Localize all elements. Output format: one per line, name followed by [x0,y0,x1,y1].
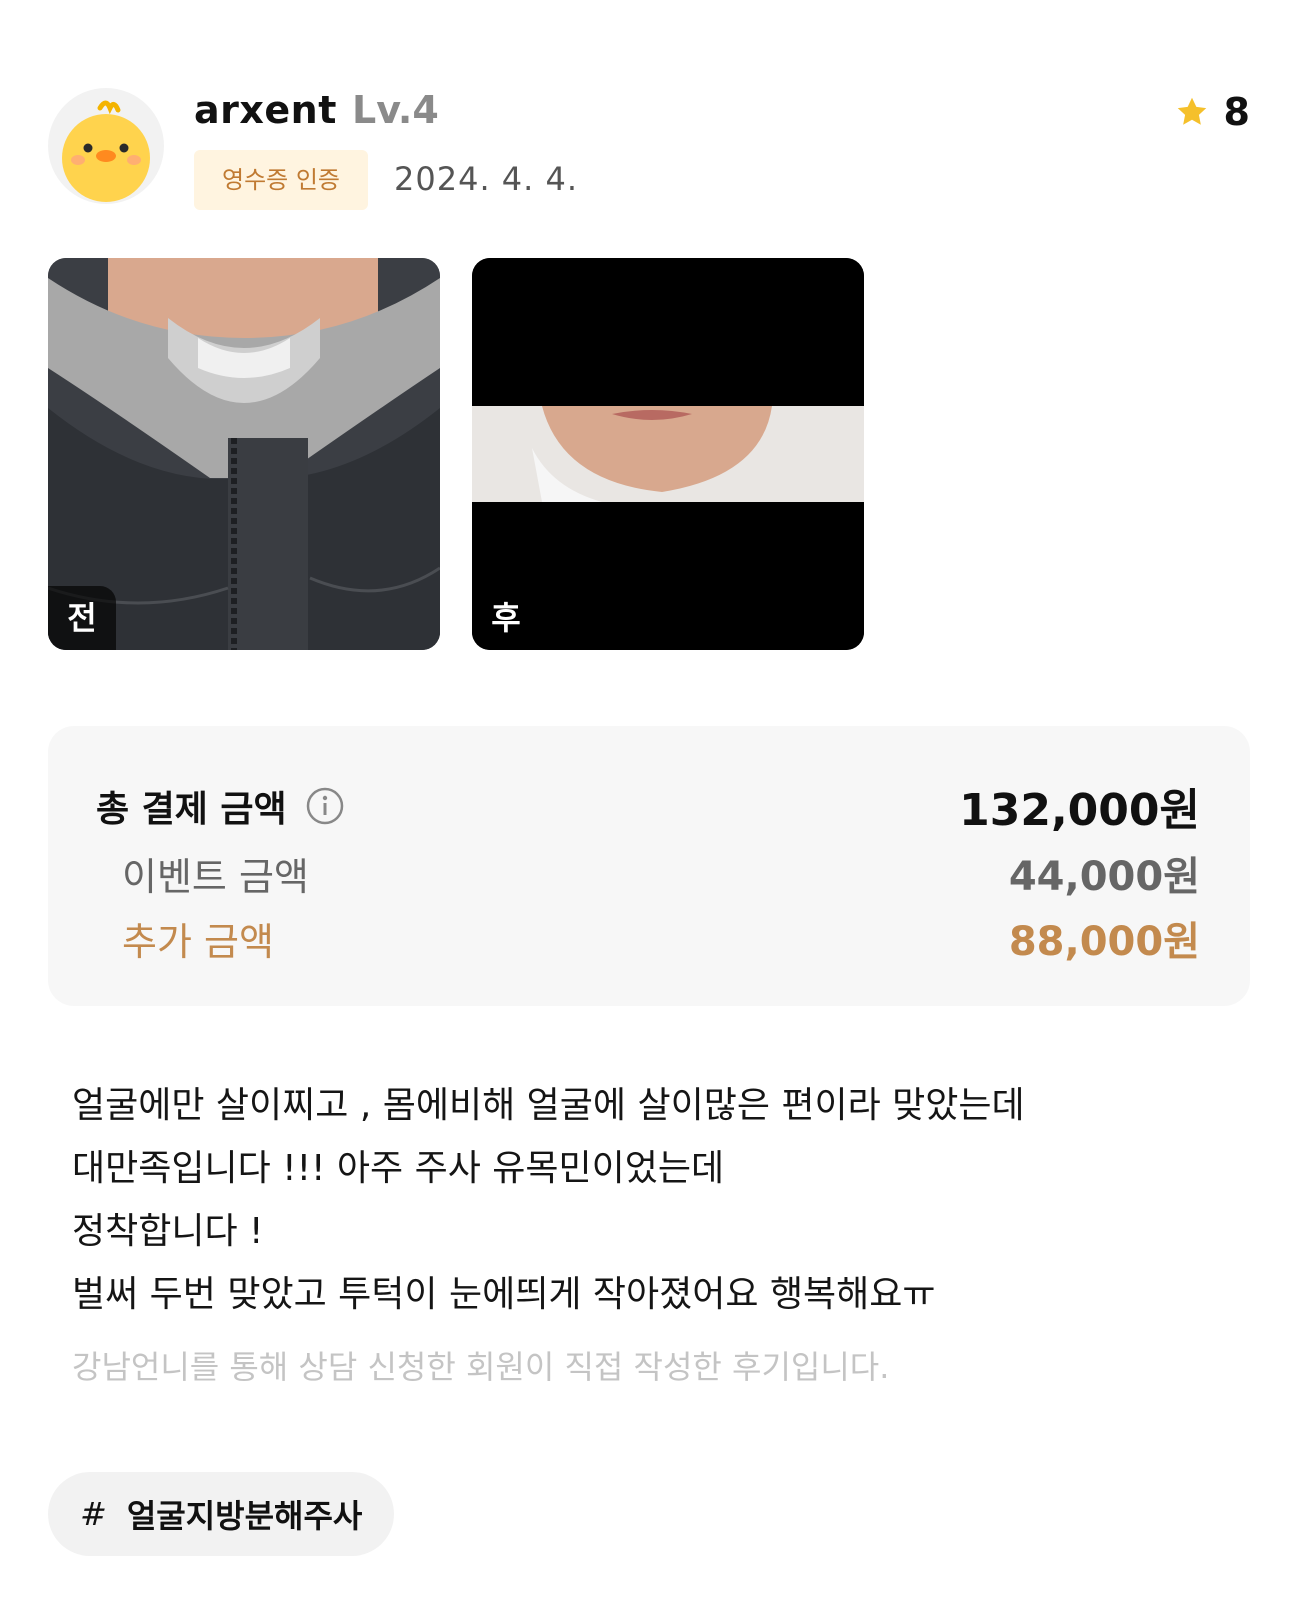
receipt-verified-badge: 영수증 인증 [194,150,368,210]
after-label: 후 [491,599,521,637]
event-price-label: 이벤트 금액 [122,854,309,899]
review-date: 2024. 4. 4. [394,160,579,198]
before-photo[interactable]: 전 [48,258,440,650]
review-disclaimer: 강남언니를 통해 상담 신청한 회원이 직접 작성한 후기입니다. [72,1348,890,1386]
review-line: 벌써 두번 맞았고 투턱이 눈에띄게 작아졌어요 행복해요ㅠ [72,1274,936,1315]
before-label: 전 [48,586,116,650]
event-price-row: 이벤트 금액 44,000원 [96,844,1200,902]
total-payment-value: 132,000원 [959,785,1200,836]
username[interactable]: arxent [194,88,337,132]
total-payment-row: 총 결제 금액 132,000원 [96,774,1200,838]
total-payment-label-text: 총 결제 금액 [96,789,287,830]
hashtag-chip[interactable]: # 얼굴지방분해주사 [48,1472,395,1556]
after-photo[interactable]: 후 [472,258,864,650]
extra-price-label: 추가 금액 [122,919,274,964]
review-line: 얼굴에만 살이찌고 , 몸에비해 얼굴에 살이많은 편이라 맞았는데 [72,1085,1025,1126]
review-line: 대만족입니다 !!! 아주 주사 유목민이었는데 [72,1148,725,1189]
star-icon [1177,97,1206,125]
user-level: Lv.4 [352,88,439,132]
extra-price-row: 추가 금액 88,000원 [96,909,1200,967]
hash-icon: # [80,1495,107,1533]
info-icon[interactable] [305,786,345,826]
hashtag-label: 얼굴지방분해주사 [126,1497,363,1535]
review-line: 정착합니다 ! [72,1211,264,1252]
avatar[interactable] [48,88,164,204]
like-count: 8 [1223,90,1250,134]
like-counter[interactable]: 8 [1174,90,1250,134]
payment-summary: 총 결제 금액 132,000원 이벤트 금액 44,000원 추가 금액 88… [48,726,1250,1006]
event-price-value: 44,000원 [1008,854,1200,900]
review-body: 얼굴에만 살이찌고 , 몸에비해 얼굴에 살이많은 편이라 맞았는데 대만족입니… [72,1074,1222,1326]
total-payment-label: 총 결제 금액 [96,780,345,832]
chick-avatar-icon [62,100,150,202]
extra-price-value: 88,000원 [1008,919,1200,965]
